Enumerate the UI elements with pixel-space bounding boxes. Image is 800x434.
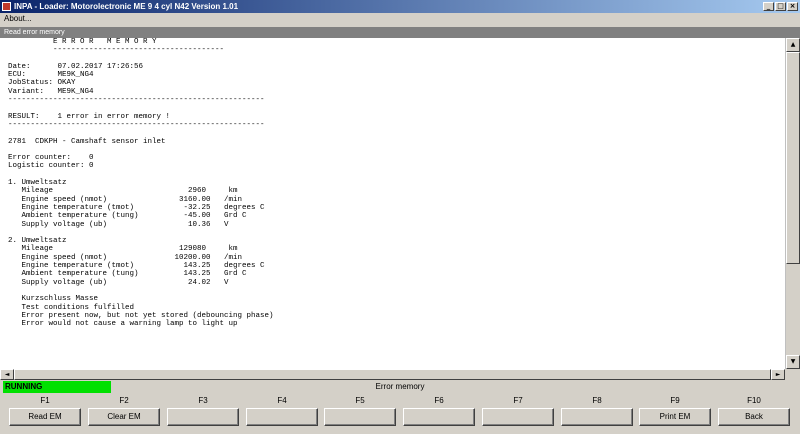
report-line: ​ [0,287,785,295]
maximize-button[interactable]: □ [775,2,786,11]
report-line: Kurzschluss Masse [8,295,99,304]
report-line: Supply voltage (ub) 10.36 V [8,220,229,229]
report-line: Engine temperature (tmot) 143.25 degrees… [8,262,265,271]
report-line: Engine speed (nmot) 3160.00 /min [8,195,243,204]
panel-title: Read error memory [0,27,800,38]
horizontal-scroll-thumb[interactable] [14,369,771,380]
scroll-right-button[interactable]: ► [771,369,785,380]
fkey-f10: F10 Back [718,394,790,426]
report-line: Mileage 129080 km [8,245,238,254]
fkey-button-f7[interactable] [482,408,554,426]
fkey-button-f9[interactable]: Print EM [639,408,711,426]
menu-bar: About... [0,13,800,25]
report-line: Error counter: 0 [8,154,94,163]
window-controls: _ □ × [763,2,798,11]
report-line: ----------------------------------------… [8,120,265,129]
report-line: Error present now, but not yet stored (d… [8,311,274,320]
report-line: Engine temperature (tmot) -32.25 degrees… [8,203,265,212]
report-line: 2. Umweltsatz [8,237,67,246]
vertical-scrollbar[interactable]: ▲ ▼ [785,38,800,369]
horizontal-scrollbar[interactable]: ◄ ► [0,369,800,380]
report-text: E R R O R M E M O R Y ------------------… [0,38,785,328]
vertical-scroll-thumb[interactable] [786,52,800,264]
window-title: INPA - Loader: Motorolectronic ME 9 4 cy… [14,2,239,11]
report-line: Test conditions fulfilled [8,303,135,312]
fkey-label: F1 [40,396,50,405]
report-line: ECU: ME9K_NG4 [8,71,94,80]
screen-title: Error memory [375,382,425,391]
fkey-f3: F3 [167,394,239,426]
report-area[interactable]: E R R O R M E M O R Y ------------------… [0,38,785,369]
fkey-f6: F6 [403,394,475,426]
fkey-label: F5 [355,396,365,405]
fkey-label: F6 [434,396,444,405]
fkey-label: F10 [747,396,761,405]
close-button[interactable]: × [787,2,798,11]
fkey-label: F9 [670,396,680,405]
fkey-f2: F2 Clear EM [88,394,160,426]
scroll-up-button[interactable]: ▲ [786,38,800,52]
function-key-bar: F1 Read EM F2 Clear EM F3 F4 F5 F6 F7 F8 F9 Print E… [0,394,800,434]
fkey-button-f3[interactable] [167,408,239,426]
report-line: ​ [0,229,785,237]
report-line: Mileage 2960 km [8,187,238,196]
fkey-button-f2[interactable]: Clear EM [88,408,160,426]
report-line: Ambient temperature (tung) 143.25 Grd C [8,270,247,279]
report-line: Supply voltage (ub) 24.02 V [8,278,229,287]
fkey-label: F2 [119,396,129,405]
report-line: ​ [0,55,785,63]
status-row: RUNNING Error memory [0,381,800,393]
report-line: -------------------------------------- [8,46,225,55]
fkey-label: F7 [513,396,523,405]
minimize-button[interactable]: _ [763,2,774,11]
report-line: ​ [0,146,785,154]
fkey-f7: F7 [482,394,554,426]
fkey-f4: F4 [246,394,318,426]
fkey-f5: F5 [324,394,396,426]
report-line: RESULT: 1 error in error memory ! [8,112,171,121]
menu-about[interactable]: About... [4,14,32,23]
fkey-f8: F8 [561,394,633,426]
fkey-button-f10[interactable]: Back [718,408,790,426]
scroll-left-button[interactable]: ◄ [0,369,14,380]
fkey-button-f6[interactable] [403,408,475,426]
report-line: E R R O R M E M O R Y [8,38,157,46]
fkey-f1: F1 Read EM [9,394,81,426]
fkey-button-f8[interactable] [561,408,633,426]
running-indicator: RUNNING [3,381,111,393]
report-line: Logistic counter: 0 [8,162,94,171]
report-line: Ambient temperature (tung) -45.00 Grd C [8,212,247,221]
report-line: 1. Umweltsatz [8,179,67,188]
app-icon [2,2,11,11]
report-line: 2781 CDKPH - Camshaft sensor inlet [8,137,166,146]
scroll-down-button[interactable]: ▼ [786,355,800,369]
fkey-button-f1[interactable]: Read EM [9,408,81,426]
fkey-label: F8 [592,396,602,405]
report-line: JobStatus: OKAY [8,79,76,88]
report-line: Variant: ME9K_NG4 [8,87,94,96]
report-line: ​ [0,129,785,137]
fkey-button-f5[interactable] [324,408,396,426]
title-bar: INPA - Loader: Motorolectronic ME 9 4 cy… [0,0,800,13]
report-line: Error would not cause a warning lamp to … [8,320,238,329]
report-line: Date: 07.02.2017 17:26:56 [8,62,144,71]
report-line: ​ [0,104,785,112]
fkey-label: F4 [277,396,287,405]
report-line: Engine speed (nmot) 10200.00 /min [8,253,243,262]
fkey-button-f4[interactable] [246,408,318,426]
fkey-label: F3 [198,396,208,405]
report-line: ​ [0,171,785,179]
fkey-f9: F9 Print EM [639,394,711,426]
report-line: ----------------------------------------… [8,96,265,105]
